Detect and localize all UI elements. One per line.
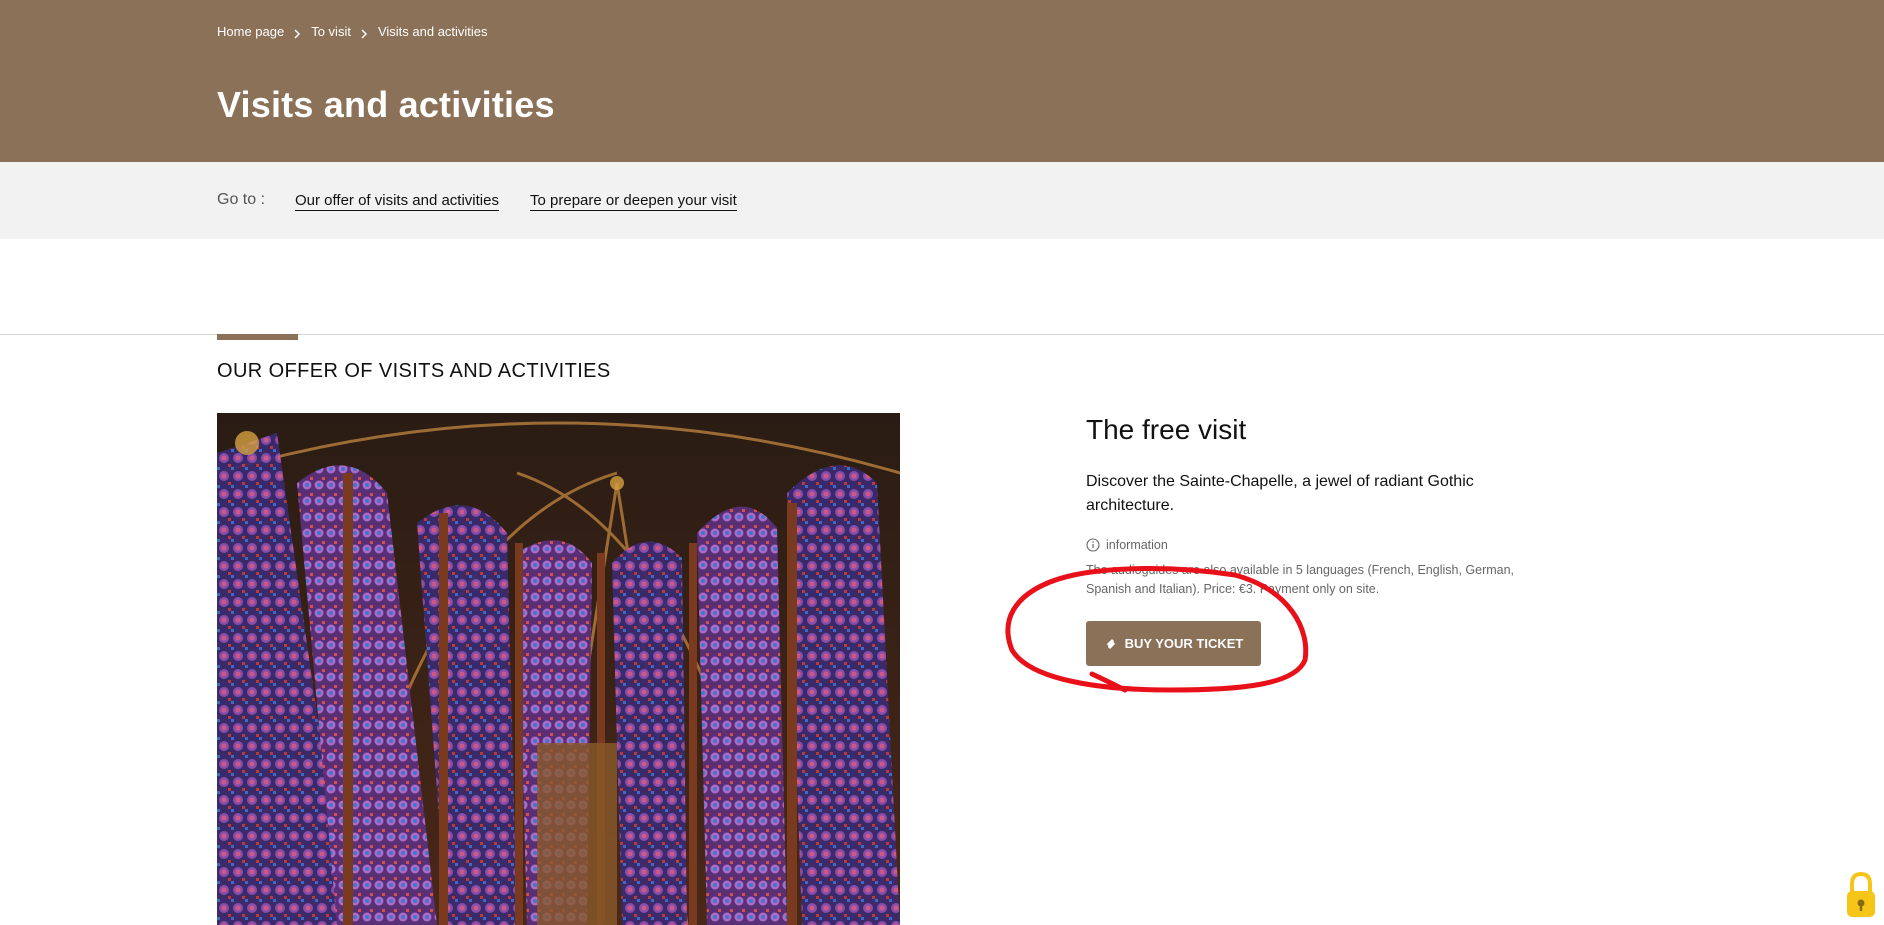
padlock-icon[interactable] — [1843, 870, 1879, 920]
page-title: Visits and activities — [217, 84, 555, 125]
chapel-interior-image — [217, 413, 900, 925]
breadcrumb-to-visit[interactable]: To visit — [311, 24, 351, 39]
buy-ticket-label: BUY YOUR TICKET — [1124, 636, 1244, 651]
info-circle-icon — [1086, 538, 1106, 552]
section-title: OUR OFFER OF VISITS AND ACTIVITIES — [217, 360, 611, 382]
buy-ticket-button[interactable]: BUY YOUR TICKET — [1086, 621, 1261, 666]
visit-description: Discover the Sainte-Chapelle, a jewel of… — [1086, 473, 1474, 514]
goto-link-offer[interactable]: Our offer of visits and activities — [295, 192, 499, 211]
goto-link-prepare[interactable]: To prepare or deepen your visit — [530, 192, 737, 211]
ticket-icon — [1104, 637, 1118, 651]
goto-bar: Go to : Our offer of visits and activiti… — [0, 162, 1884, 239]
breadcrumb: Home page To visit Visits and activities — [217, 24, 488, 39]
info-label: information — [1106, 538, 1168, 552]
chevron-right-icon — [294, 27, 301, 39]
breadcrumb-current: Visits and activities — [377, 24, 488, 39]
info-row: information — [1086, 538, 1168, 552]
page-header: Home page To visit Visits and activities… — [0, 0, 1884, 162]
chevron-right-icon — [361, 27, 368, 39]
breadcrumb-home[interactable]: Home page — [217, 24, 284, 39]
goto-label: Go to : — [217, 191, 266, 208]
section-divider-accent — [217, 334, 298, 340]
visit-title: The free visit — [1086, 414, 1247, 445]
info-text: The audioguides are also available in 5 … — [1086, 563, 1515, 596]
